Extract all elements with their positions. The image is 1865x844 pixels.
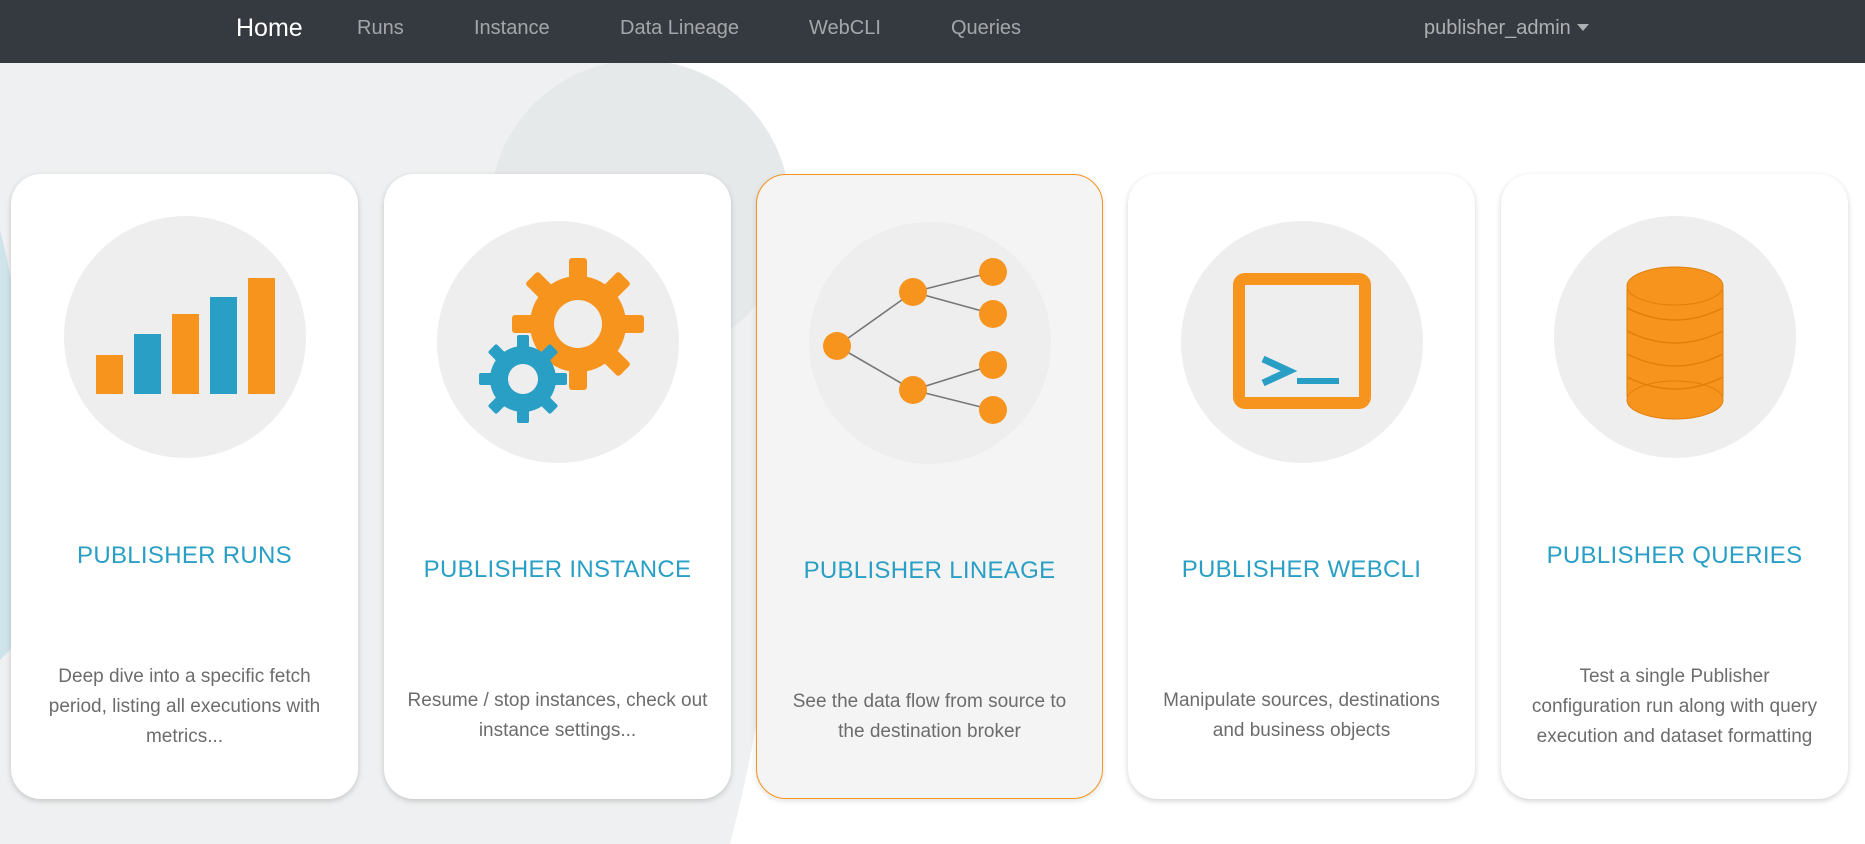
user-dropdown[interactable]: publisher_admin <box>1424 0 1589 63</box>
gears-icon <box>436 221 679 463</box>
card-description: Deep dive into a specific fetch period, … <box>48 666 321 747</box>
card-publisher-webcli[interactable]: PUBLISHER WEBCLI Manipulate sources, des… <box>1128 174 1475 799</box>
nav-instance-link[interactable]: Instance <box>474 0 550 63</box>
tree-diagram-icon <box>808 222 1051 464</box>
caret-down-icon <box>1576 23 1589 31</box>
nav-home-link[interactable]: Home <box>236 0 303 63</box>
card-title: PUBLISHER QUERIES <box>1546 542 1803 569</box>
nav-runs-link[interactable]: Runs <box>357 0 404 63</box>
card-description: Test a single Publisher configuration ru… <box>1531 666 1818 747</box>
card-description: Resume / stop instances, check out insta… <box>407 690 708 741</box>
card-title: PUBLISHER RUNS <box>77 542 292 569</box>
user-name: publisher_admin <box>1424 17 1571 39</box>
card-publisher-runs[interactable]: PUBLISHER RUNS Deep dive into a specific… <box>11 174 358 799</box>
nav-data-lineage-link[interactable]: Data Lineage <box>620 0 739 63</box>
card-title: PUBLISHER LINEAGE <box>803 557 1056 584</box>
card-publisher-lineage[interactable]: PUBLISHER LINEAGE See the data flow from… <box>756 174 1103 799</box>
card-description: Manipulate sources, destinations and bus… <box>1163 690 1440 741</box>
nav-webcli-link[interactable]: WebCLI <box>809 0 881 63</box>
top-navbar: Home Runs Instance Data Lineage WebCLI Q… <box>0 0 1865 63</box>
card-description: See the data flow from source to the des… <box>792 691 1067 742</box>
nav-queries-link[interactable]: Queries <box>951 0 1021 63</box>
card-title: PUBLISHER WEBCLI <box>1181 556 1422 583</box>
card-title: PUBLISHER INSTANCE <box>423 556 692 583</box>
card-publisher-instance[interactable]: PUBLISHER INSTANCE Resume / stop instanc… <box>384 174 731 799</box>
terminal-icon <box>1180 221 1423 463</box>
database-icon <box>1553 216 1796 458</box>
bar-chart-icon <box>63 216 306 458</box>
card-publisher-queries[interactable]: PUBLISHER QUERIES Test a single Publishe… <box>1501 174 1848 799</box>
